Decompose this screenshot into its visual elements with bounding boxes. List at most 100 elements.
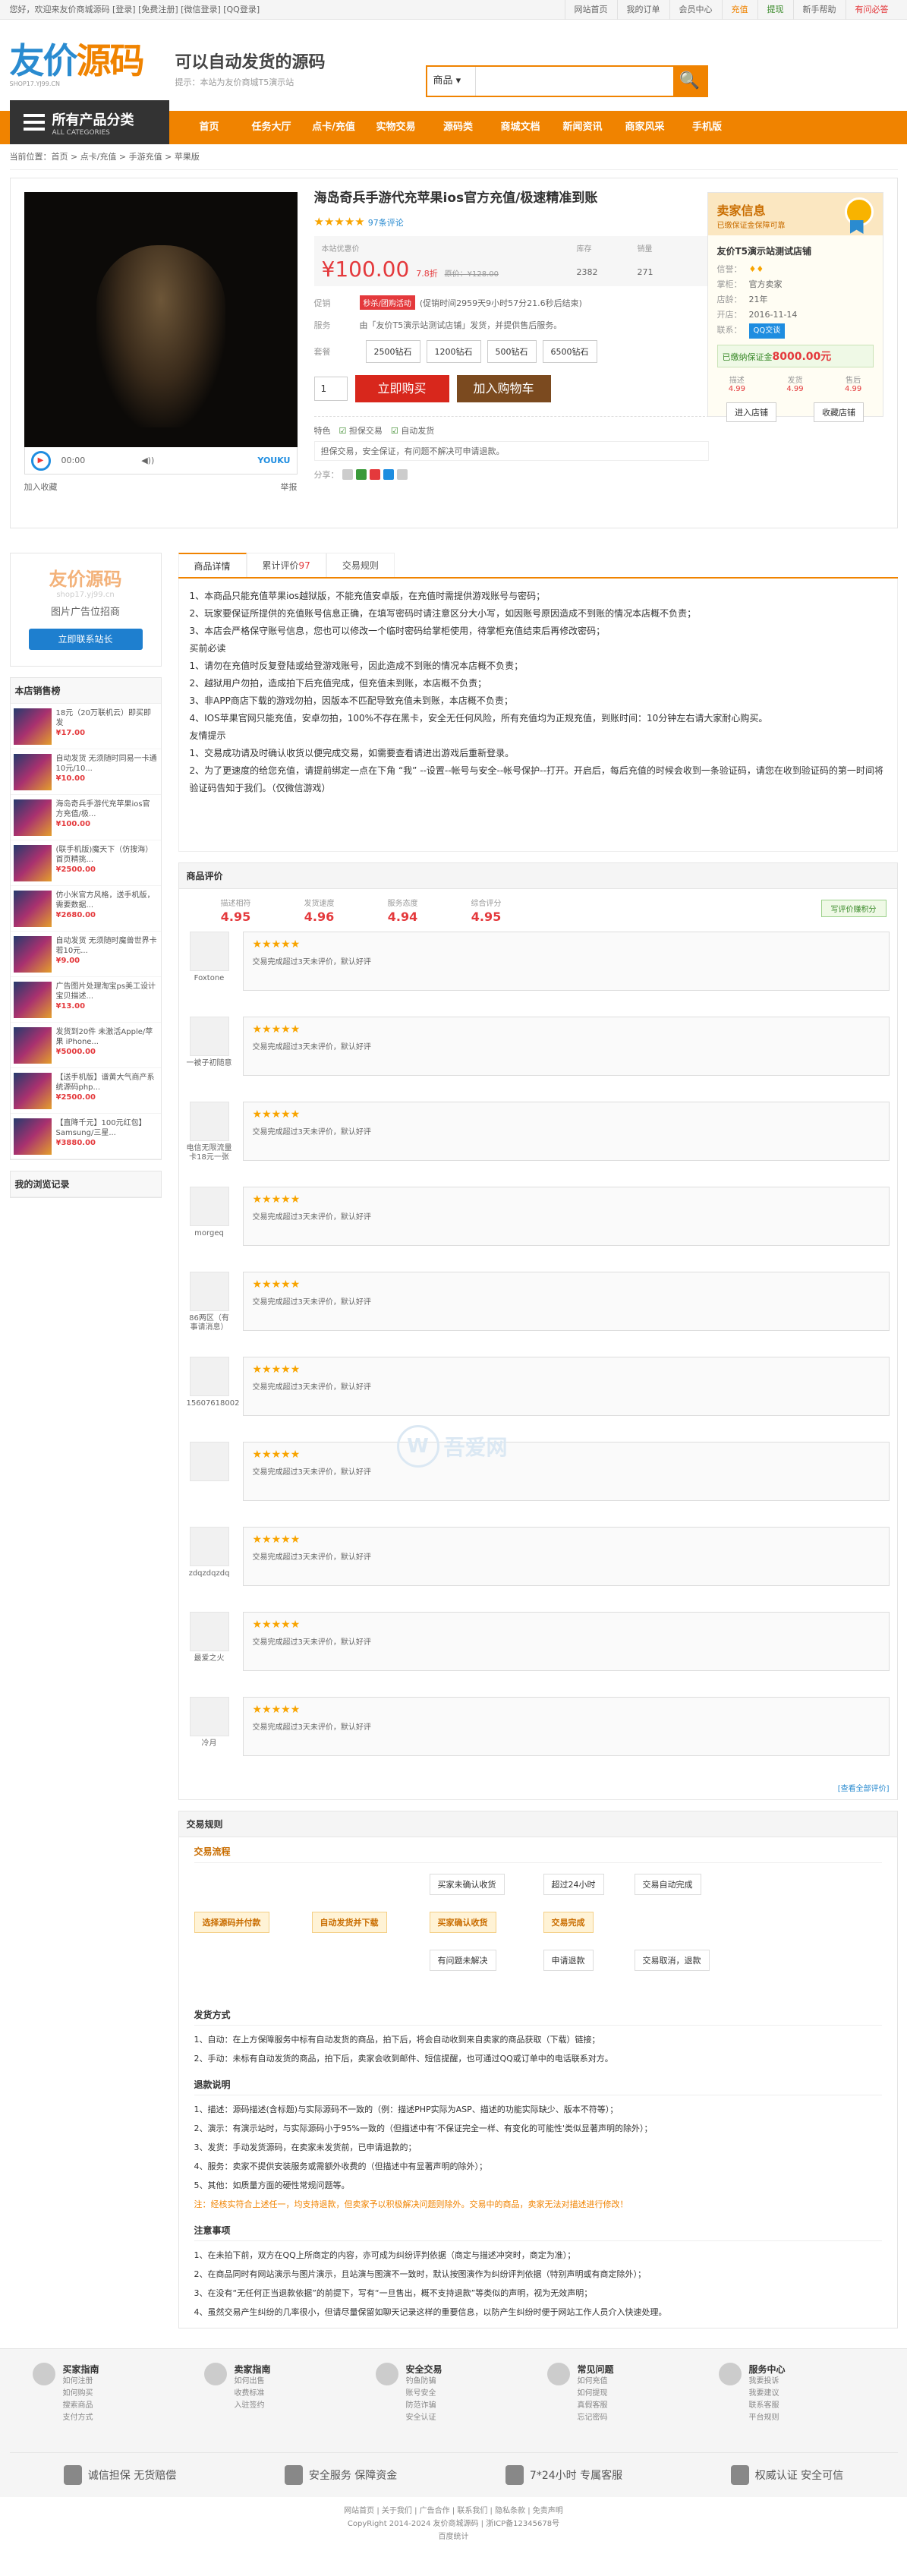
add-cart-button[interactable]: 加入购物车 bbox=[456, 375, 551, 402]
faq-icon bbox=[546, 2363, 570, 2385]
seller-card: 卖家信息 已缴保证金保障可靠 友价T5演示站测试店铺 信誉： ♦♦ 掌柜： 官方卖家 … bbox=[707, 192, 883, 422]
nav-item[interactable]: 新闻资讯 bbox=[552, 111, 614, 144]
package-option[interactable]: 6500钻石 bbox=[542, 340, 597, 363]
sidebar: 友价源码 shop17.yj99.cn 图片广告位招商 立即联系站长 本店销售榜 18… bbox=[9, 553, 162, 2328]
list-item[interactable]: 18元（20万联机云）即买即发 ¥17.00 bbox=[10, 704, 161, 749]
review-item: morgeq ★★★★★ 交易完成超过3天未评价，默认好评 bbox=[187, 1187, 890, 1264]
sidebar-ad[interactable]: 友价源码 shop17.yj99.cn 图片广告位招商 立即联系站长 bbox=[9, 553, 162, 667]
flow-diagram: 选择源码并付款 自动发货并下载 买家未确认收货 超过24小时 交易自动完成 买家… bbox=[194, 1871, 882, 1985]
buyer-guide-icon bbox=[32, 2363, 55, 2385]
enter-shop-button[interactable]: 进入店铺 bbox=[726, 402, 776, 422]
search-type-select[interactable]: 商品 ▾ bbox=[427, 67, 476, 96]
clock-icon bbox=[505, 2465, 524, 2485]
guarantee-bar: 诚信担保 无货赔偿 安全服务 保障资金 7*24小时 专属客服 权威认证 安全可… bbox=[9, 2452, 898, 2497]
search-bar: 商品 ▾ 🔍 bbox=[425, 65, 708, 97]
site-logo[interactable]: 友价源码 SHOP17.YJ99.CN bbox=[10, 33, 150, 87]
welcome-text[interactable]: 您好，欢迎来友价商城源码 [登录] [免费注册] [微信登录] [QQ登录] bbox=[10, 5, 260, 14]
sales-rank: 本店销售榜 18元（20万联机云）即买即发 ¥17.00 自动发货 无须随时同易一… bbox=[9, 677, 162, 1160]
avatar bbox=[189, 1102, 229, 1141]
tab-detail[interactable]: 商品详情 bbox=[178, 553, 247, 577]
nav-item[interactable]: 首页 bbox=[178, 111, 241, 144]
buy-now-button[interactable]: 立即购买 bbox=[354, 375, 449, 402]
video-brand[interactable]: YOUKU bbox=[257, 456, 290, 465]
list-item[interactable]: 发货到20件 未激活Apple/苹果 iPhone... ¥5000.00 bbox=[10, 1023, 161, 1068]
top-link[interactable]: 新手帮助 bbox=[792, 0, 846, 20]
top-link[interactable]: 会员中心 bbox=[669, 0, 722, 20]
product-panel: ▶ 00:00 ◀)) YOUKU 加入收藏 举报 海岛奇兵手游代充苹果ios官方… bbox=[9, 178, 898, 528]
header: 友价源码 SHOP17.YJ99.CN 可以自动发货的源码 提示：本站为友价商城T5… bbox=[10, 20, 898, 111]
review-item: zdqzdqzdq ★★★★★ 交易完成超过3天未评价，默认好评 bbox=[187, 1527, 890, 1604]
play-icon[interactable]: ▶ bbox=[30, 450, 51, 471]
certified-icon bbox=[730, 2465, 749, 2485]
qq-chat-button[interactable]: QQ交谈 bbox=[748, 323, 786, 339]
breadcrumb[interactable]: 当前位置：首页 > 点卡/充值 > 手游充值 > 苹果版 bbox=[9, 144, 898, 170]
all-categories[interactable]: 所有产品分类 ALL CATEGORIES bbox=[9, 100, 169, 144]
list-item[interactable]: (联手机版)魔天下（仿搜海）首页精挑... ¥2500.00 bbox=[10, 840, 161, 886]
add-favorite[interactable]: 加入收藏 bbox=[24, 481, 58, 493]
list-item[interactable]: 仿小米官方风格，送手机版，需要数据... ¥2680.00 bbox=[10, 886, 161, 932]
list-item[interactable]: 自动发货 无须随时魔兽世界卡若10元... ¥9.00 bbox=[10, 932, 161, 977]
volume-icon[interactable]: ◀)) bbox=[141, 456, 154, 465]
package-option[interactable]: 500钻石 bbox=[487, 340, 537, 363]
rating-stars: ★★★★★ 97条评论 bbox=[313, 215, 404, 229]
service-icon bbox=[718, 2363, 742, 2385]
detail-tabs: 商品详情 累计评价97 交易规则 bbox=[178, 553, 898, 579]
video-screen[interactable] bbox=[24, 192, 298, 447]
security-icon bbox=[375, 2363, 398, 2385]
nav-item[interactable]: 任务大厅 bbox=[241, 111, 303, 144]
all-reviews-link[interactable]: [查看全部评价] bbox=[179, 1782, 897, 1799]
footer-links[interactable]: 网站首页 | 关于我们 | 广告合作 | 联系我们 | 隐私条款 | 免责声明 bbox=[0, 2505, 907, 2518]
review-count[interactable]: 97条评论 bbox=[368, 218, 404, 228]
list-item[interactable]: 海岛奇兵手游代充苹果ios官方充值/极... ¥100.00 bbox=[10, 795, 161, 840]
top-link[interactable]: 有问必答 bbox=[845, 0, 898, 20]
list-item[interactable]: 自动发货 无须随时同易一卡通10元/10... ¥10.00 bbox=[10, 749, 161, 795]
shop-name[interactable]: 友价T5演示站测试店铺 bbox=[708, 235, 883, 262]
package-option[interactable]: 1200钻石 bbox=[426, 340, 481, 363]
tab-reviews[interactable]: 累计评价97 bbox=[246, 553, 326, 577]
list-item[interactable]: 广告图片处理淘宝ps美工设计宝贝描述... ¥13.00 bbox=[10, 977, 161, 1023]
main-nav: 所有产品分类 ALL CATEGORIES 首页 任务大厅 点卡/充值 实物交易 … bbox=[0, 100, 907, 144]
nav-item[interactable]: 手机版 bbox=[676, 111, 739, 144]
share-icon[interactable] bbox=[369, 469, 380, 480]
reviews-section: 商品评价 描述相符 4.95 发货速度 4.96 服务态度 4.94 综合评分 4.95… bbox=[178, 862, 898, 1800]
favorite-shop-button[interactable]: 收藏店铺 bbox=[814, 402, 864, 422]
report-link[interactable]: 举报 bbox=[281, 481, 298, 493]
share-icon[interactable] bbox=[396, 469, 408, 480]
nav-item[interactable]: 商城文档 bbox=[490, 111, 552, 144]
list-item[interactable]: 【送手机版】谱黄大气商产系统源码php... ¥2500.00 bbox=[10, 1068, 161, 1114]
content: 商品详情 累计评价97 交易规则 1、本商品只能充值苹果ios越狱版，不能充值安… bbox=[178, 553, 898, 2328]
review-item: 86两区（有事请消息） ★★★★★ 交易完成超过3天未评价，默认好评 bbox=[187, 1272, 890, 1349]
review-item: ★★★★★ 交易完成超过3天未评价，默认好评 bbox=[187, 1442, 890, 1519]
top-bar: 您好，欢迎来友价商城源码 [登录] [免费注册] [微信登录] [QQ登录] 网… bbox=[0, 0, 907, 20]
tab-rules[interactable]: 交易规则 bbox=[326, 553, 395, 577]
contact-admin-button[interactable]: 立即联系站长 bbox=[28, 629, 143, 650]
seller-guide-icon bbox=[203, 2363, 227, 2385]
review-item: 15607618002 ★★★★★ 交易完成超过3天未评价，默认好评 bbox=[187, 1357, 890, 1434]
top-link[interactable]: 网站首页 bbox=[564, 0, 617, 20]
nav-item[interactable]: 实物交易 bbox=[365, 111, 427, 144]
package-option[interactable]: 2500钻石 bbox=[365, 340, 420, 363]
list-item[interactable]: 【直降千元】100元红包】Samsung/三星... ¥3880.00 bbox=[10, 1114, 161, 1159]
write-review-button[interactable]: 写评价赚积分 bbox=[820, 900, 887, 917]
search-input[interactable] bbox=[475, 67, 673, 96]
share-icon[interactable] bbox=[342, 469, 353, 480]
top-link[interactable]: 提现 bbox=[757, 0, 793, 20]
top-link[interactable]: 充值 bbox=[721, 0, 757, 20]
nav-item[interactable]: 源码类 bbox=[427, 111, 490, 144]
quantity-stepper[interactable]: 1 bbox=[313, 377, 348, 401]
top-links: 网站首页 我的订单 会员中心 充值 提现 新手帮助 有问必答 bbox=[564, 0, 898, 20]
promo-tag: 秒杀/团购活动 bbox=[359, 295, 415, 310]
search-button[interactable]: 🔍 bbox=[672, 67, 707, 96]
review-item: 冷月 ★★★★★ 交易完成超过3天未评价，默认好评 bbox=[187, 1697, 890, 1774]
features: 特色 ☑ 担保交易 ☑ 自动发货 担保交易，安全保证，有问题不解决可申请退款。 bbox=[313, 416, 709, 461]
top-link[interactable]: 我的订单 bbox=[616, 0, 669, 20]
copyright: 网站首页 | 关于我们 | 广告合作 | 联系我们 | 隐私条款 | 免责声明 … bbox=[0, 2497, 907, 2559]
share-icon[interactable] bbox=[383, 469, 394, 480]
share-icon[interactable] bbox=[355, 469, 367, 480]
video-time: 00:00 bbox=[61, 456, 86, 465]
nav-item[interactable]: 商家风采 bbox=[614, 111, 676, 144]
video-player: ▶ 00:00 ◀)) YOUKU 加入收藏 举报 bbox=[24, 192, 298, 496]
nav-item[interactable]: 点卡/充值 bbox=[303, 111, 365, 144]
price: ¥100.00 bbox=[321, 257, 410, 282]
sold-value: 271 bbox=[637, 267, 653, 277]
